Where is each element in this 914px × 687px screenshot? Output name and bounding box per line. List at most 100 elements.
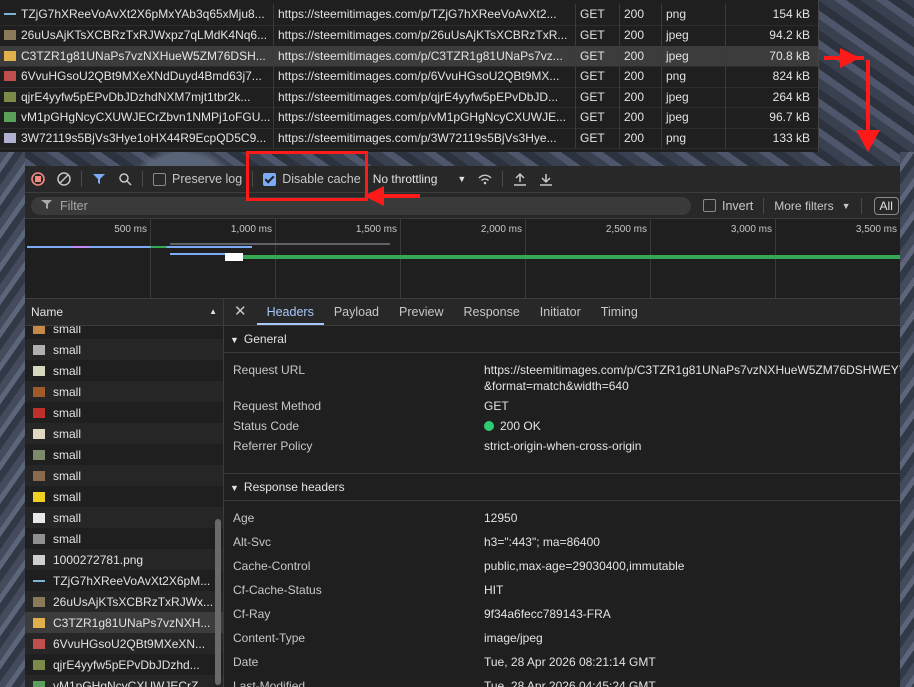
toolbar-divider (142, 171, 143, 187)
network-table-top: TZjG7hXReeVoAvXt2X6pMxYAb3q65xMju8... ht… (0, 0, 819, 152)
status-ok-icon (484, 421, 494, 431)
list-item[interactable]: small (25, 507, 223, 528)
list-item[interactable]: small (25, 423, 223, 444)
devtools-network-panel: Preserve log Disable cache No throttling… (25, 166, 900, 687)
table-row[interactable]: 3W72119s5BjVs3Hye1oHX44R9EcpQD5C9... htt… (0, 127, 818, 149)
file-thumbnail-icon (33, 617, 45, 628)
tab-payload[interactable]: Payload (324, 299, 389, 325)
toolbar-divider (763, 197, 765, 214)
preserve-log-checkbox[interactable]: Preserve log (147, 172, 248, 186)
file-thumbnail-icon (33, 512, 45, 523)
file-thumbnail-icon (33, 491, 45, 502)
table-row[interactable]: vM1pGHgNcyCXUWJECrZbvn1NMPj1oFGU... http… (0, 107, 818, 129)
annotation-arrow-left-icon (364, 186, 384, 206)
list-item[interactable]: qjrE4yyfw5pEPvDbJDzhd... (25, 654, 223, 675)
list-item[interactable]: small (25, 402, 223, 423)
table-row[interactable]: 26uUsAjKTsXCBRzTxRJWxpz7qLMdK4Nq6... htt… (0, 25, 818, 47)
timeline-overview[interactable]: 500 ms 1,000 ms 1,500 ms 2,000 ms 2,500 … (25, 219, 900, 299)
filter-all-chip[interactable]: All (873, 196, 899, 215)
network-conditions-icon[interactable] (472, 166, 498, 192)
background-texture-left (0, 152, 25, 687)
annotation-arrow-line (380, 194, 420, 198)
more-filters-dropdown[interactable]: More filters ▼ (768, 199, 856, 213)
timeline-tick-label: 3,000 ms (730, 224, 772, 235)
general-section-header[interactable]: ▼ General (224, 326, 900, 353)
stop-recording-icon[interactable] (25, 166, 51, 192)
table-row[interactable]: qjrE4yyfw5pEPvDbJDzhdNXM7mjt1tbr2k... ht… (0, 86, 818, 108)
chevron-down-icon: ▼ (841, 200, 851, 211)
list-item[interactable]: small (25, 360, 223, 381)
caret-down-icon: ▼ (230, 335, 239, 345)
timeline-bar (170, 243, 390, 245)
toolbar-divider (860, 197, 862, 214)
filter-bar: Filter Invert More filters ▼ All (25, 193, 900, 219)
checkbox-unchecked-icon (153, 172, 166, 186)
list-item[interactable]: TZjG7hXReeVoAvXt2X6pM... (25, 570, 223, 591)
scrollbar-thumb[interactable] (215, 519, 221, 685)
file-thumbnail-icon (33, 407, 45, 418)
annotation-highlight-box (246, 151, 368, 201)
file-thumbnail-icon (33, 579, 45, 582)
table-row[interactable]: 6VvuHGsoU2QBt9MXeXNdDuyd4Bmd63j7... http… (0, 66, 818, 88)
gridline (150, 219, 151, 298)
request-url-value-cont: &format=match&width=640 (484, 379, 629, 393)
close-details-icon[interactable]: ✕ (224, 299, 257, 325)
timeline-tick-label: 1,500 ms (355, 224, 397, 235)
timeline-tick-label: 2,500 ms (605, 224, 647, 235)
list-item[interactable]: small (25, 486, 223, 507)
table-row-selected[interactable]: C3TZR1g81UNaPs7vzNXHueW5ZM76DSH... https… (0, 45, 818, 67)
list-item[interactable]: small (25, 528, 223, 549)
response-headers-section: Age 12950 Alt-Svc h3=":443"; ma=86400 Ca… (233, 511, 685, 687)
list-item[interactable]: 26uUsAjKTsXCBRzTxRJWx... (25, 591, 223, 612)
tab-preview[interactable]: Preview (389, 299, 453, 325)
list-item[interactable]: small (25, 465, 223, 486)
list-item[interactable]: 1000272781.png (25, 549, 223, 570)
caret-down-icon: ▼ (230, 483, 239, 493)
request-url-value: https://steemitimages.com/p/C3TZR1g81UNa… (484, 363, 900, 377)
table-row[interactable]: TZjG7hXReeVoAvXt2X6pMxYAb3q65xMju8... ht… (0, 4, 818, 26)
toolbar-divider (81, 171, 82, 187)
list-item[interactable]: vM1pGHgNcyCXUWJECrZ... (25, 675, 223, 687)
tab-response[interactable]: Response (453, 299, 529, 325)
file-thumbnail-icon (33, 386, 45, 397)
background-texture-right (900, 152, 914, 687)
tab-headers[interactable]: Headers (256, 299, 324, 325)
file-thumbnail-icon (33, 365, 45, 376)
timeline-tick-label: 3,500 ms (855, 224, 897, 235)
network-toolbar: Preserve log Disable cache No throttling… (25, 166, 900, 193)
list-item[interactable]: 6VvuHGsoU2QBt9MXeXN... (25, 633, 223, 654)
details-tabs: ✕ Headers Payload Preview Response Initi… (224, 299, 900, 326)
toolbar-divider (502, 171, 504, 187)
list-item[interactable]: small (25, 339, 223, 360)
file-thumbnail-icon (4, 71, 16, 82)
export-har-icon[interactable] (533, 166, 559, 192)
list-item-selected[interactable]: C3TZR1g81UNaPs7vzNXH... (25, 612, 223, 633)
filter-funnel-icon[interactable] (86, 166, 112, 192)
list-item[interactable]: small (25, 381, 223, 402)
timeline-marker (225, 253, 243, 261)
file-thumbnail-icon (33, 533, 45, 544)
clear-icon[interactable] (51, 166, 77, 192)
request-list: Name ▲ small small small small small smal… (25, 299, 224, 687)
invert-checkbox[interactable]: Invert (697, 199, 759, 213)
annotation-arrow-down-icon (856, 130, 880, 152)
file-thumbnail-icon (33, 344, 45, 355)
request-details: ✕ Headers Payload Preview Response Initi… (224, 299, 900, 687)
file-thumbnail-icon (33, 638, 45, 649)
timeline-bar (27, 246, 252, 248)
file-thumbnail-icon (33, 470, 45, 481)
import-har-icon[interactable] (507, 166, 533, 192)
response-headers-section-header[interactable]: ▼ Response headers (224, 473, 900, 501)
list-item[interactable]: small (25, 444, 223, 465)
sort-arrow-icon: ▲ (209, 307, 217, 316)
search-icon[interactable] (112, 166, 138, 192)
timeline-tick-label: 1,000 ms (230, 224, 272, 235)
chevron-down-icon: ▼ (457, 174, 467, 184)
name-column-header[interactable]: Name ▲ (25, 299, 223, 326)
file-thumbnail-icon (33, 659, 45, 670)
file-thumbnail-icon (33, 596, 45, 607)
tab-initiator[interactable]: Initiator (530, 299, 591, 325)
file-thumbnail-icon (33, 554, 45, 565)
tab-timing[interactable]: Timing (591, 299, 648, 325)
general-section: Request URL https://steemitimages.com/p/… (224, 353, 900, 473)
